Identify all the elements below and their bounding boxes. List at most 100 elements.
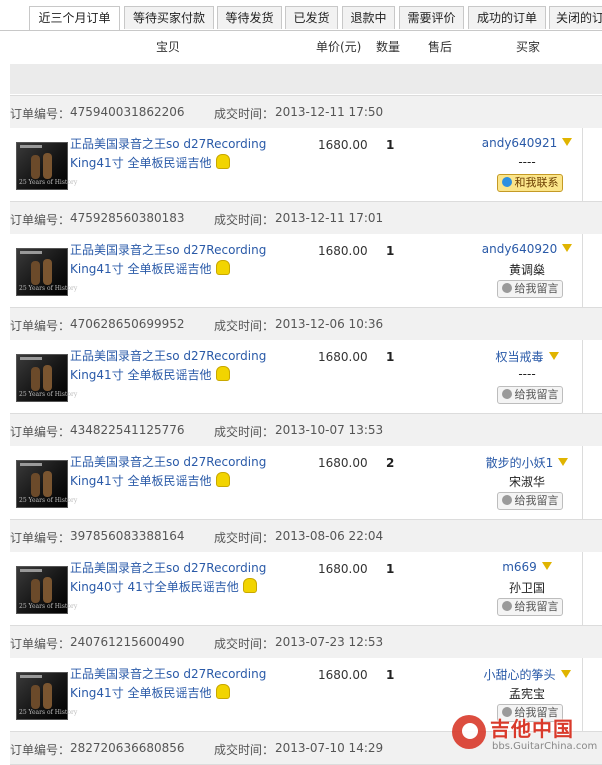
- flag-icon[interactable]: [562, 138, 573, 146]
- product-title-link[interactable]: 正品美国录音之王so d27Recording: [70, 667, 266, 681]
- deal-time-label: 成交时间：: [214, 531, 275, 545]
- product-title-link-line2[interactable]: King41寸 全单板民谣吉他: [70, 262, 212, 276]
- order-body: 25 Years of History 正品美国录音之王so d27Record…: [10, 128, 602, 201]
- order-number-label: 订单编号：: [10, 531, 71, 545]
- deal-time: 2013-12-11 17:01: [275, 211, 384, 225]
- product-title-link[interactable]: 正品美国录音之王so d27Recording: [70, 455, 266, 469]
- guitarchina-logo-icon: [452, 715, 486, 749]
- buyer: 权当戒毒: [472, 348, 582, 365]
- product-thumbnail[interactable]: 25 Years of History: [16, 248, 77, 296]
- buyer-name-link[interactable]: m669: [502, 560, 537, 574]
- quantity: 1: [386, 668, 395, 682]
- order-row: 订单编号： 470628650699952 成交时间： 2013-12-06 1…: [10, 307, 602, 413]
- product-thumbnail[interactable]: 25 Years of History: [16, 566, 77, 614]
- product-title: 正品美国录音之王so d27Recording King41寸 全单板民谣吉他: [70, 241, 270, 279]
- deal-time-label: 成交时间：: [214, 107, 275, 121]
- flag-icon[interactable]: [541, 562, 552, 570]
- column-buyer: 买家: [516, 40, 541, 54]
- product-title-link[interactable]: 正品美国录音之王so d27Recording: [70, 243, 266, 257]
- column-quantity: 数量: [376, 40, 401, 54]
- tab-successful-orders[interactable]: 成功的订单: [468, 6, 546, 29]
- order-number: 240761215600490: [70, 635, 185, 649]
- product-title: 正品美国录音之王so d27Recording King41寸 全单板民谣吉他: [70, 135, 270, 173]
- unit-price: 1680.00: [318, 562, 368, 576]
- leave-message-button[interactable]: 给我留言: [497, 386, 563, 404]
- order-number: 475928560380183: [70, 211, 185, 225]
- column-divider: [582, 552, 583, 625]
- flag-icon[interactable]: [558, 458, 569, 466]
- order-body: 25 Years of History 正品美国录音之王so d27Record…: [10, 552, 602, 625]
- order-header: 订单编号： 240761215600490 成交时间： 2013-07-23 1…: [10, 625, 602, 659]
- product-title: 正品美国录音之王so d27Recording King41寸 全单板民谣吉他: [70, 453, 270, 491]
- flag-icon[interactable]: [560, 670, 571, 678]
- quantity: 2: [386, 456, 395, 470]
- order-body: 25 Years of History 正品美国录音之王so d27Record…: [10, 446, 602, 519]
- buyer: m669: [472, 560, 582, 574]
- leave-message-button[interactable]: 给我留言: [497, 598, 563, 616]
- product-thumbnail[interactable]: 25 Years of History: [16, 354, 77, 402]
- tab-closed-orders[interactable]: 关闭的订: [549, 6, 602, 29]
- buyer-name-link[interactable]: andy640921: [482, 136, 558, 150]
- product-title-link-line2[interactable]: King41寸 全单板民谣吉他: [70, 156, 212, 170]
- tab-refunding[interactable]: 退款中: [342, 6, 395, 29]
- buyer-real-name: ----: [518, 367, 536, 381]
- product-thumbnail[interactable]: 25 Years of History: [16, 142, 77, 190]
- deal-time: 2013-12-06 10:36: [275, 317, 384, 331]
- quantity: 1: [386, 244, 395, 258]
- product-title-link-line2[interactable]: King41寸 全单板民谣吉他: [70, 474, 212, 488]
- leave-message-button[interactable]: 给我留言: [497, 280, 563, 298]
- buyer-name-link[interactable]: andy640920: [482, 242, 558, 256]
- contact-me-button[interactable]: 和我联系: [497, 174, 563, 192]
- product-title-link[interactable]: 正品美国录音之王so d27Recording: [70, 561, 266, 575]
- deal-time: 2013-12-11 17:50: [275, 105, 384, 119]
- buyer: andy640920: [472, 242, 582, 256]
- unit-price: 1680.00: [318, 456, 368, 470]
- order-number: 470628650699952: [70, 317, 185, 331]
- product-title-link-line2[interactable]: King41寸 全单板民谣吉他: [70, 368, 212, 382]
- column-divider: [582, 128, 583, 201]
- buyer-name-link[interactable]: 权当戒毒: [495, 350, 543, 364]
- deal-time-label: 成交时间：: [214, 319, 275, 333]
- order-number-label: 订单编号：: [10, 425, 71, 439]
- order-row: 订单编号： 475928560380183 成交时间： 2013-12-11 1…: [10, 201, 602, 307]
- buyer: 小甜心的筝头: [472, 666, 582, 683]
- unit-price: 1680.00: [318, 244, 368, 258]
- order-header: 订单编号： 470628650699952 成交时间： 2013-12-06 1…: [10, 307, 602, 341]
- order-number-label: 订单编号：: [10, 637, 71, 651]
- product-title-link-line2[interactable]: King40寸 41寸全单板民谣吉他: [70, 580, 239, 594]
- product-title-link[interactable]: 正品美国录音之王so d27Recording: [70, 349, 266, 363]
- product-thumbnail[interactable]: 25 Years of History: [16, 672, 77, 720]
- lightbulb-icon: [215, 472, 230, 487]
- order-number: 282720636680856: [70, 741, 185, 755]
- order-number-label: 订单编号：: [10, 743, 71, 757]
- order-number: 475940031862206: [70, 105, 185, 119]
- message-icon: [501, 495, 512, 505]
- tab-shipped[interactable]: 已发货: [285, 6, 338, 29]
- order-row: 订单编号： 475940031862206 成交时间： 2013-12-11 1…: [10, 95, 602, 201]
- tab-awaiting-payment[interactable]: 等待买家付款: [124, 6, 214, 29]
- order-number-label: 订单编号：: [10, 213, 71, 227]
- tab-awaiting-shipment[interactable]: 等待发货: [217, 6, 282, 29]
- buyer-name-link[interactable]: 小甜心的筝头: [483, 668, 555, 682]
- order-row: 订单编号： 434822541125776 成交时间： 2013-10-07 1…: [10, 413, 602, 519]
- unit-price: 1680.00: [318, 668, 368, 682]
- product-title: 正品美国录音之王so d27Recording King41寸 全单板民谣吉他: [70, 665, 270, 703]
- table-header: 宝贝 单价(元) 数量 售后 买家: [10, 31, 602, 59]
- product-title-link-line2[interactable]: King41寸 全单板民谣吉他: [70, 686, 212, 700]
- buyer: 散步的小妖1: [472, 454, 582, 471]
- flag-icon[interactable]: [548, 352, 559, 360]
- order-number-label: 订单编号：: [10, 319, 71, 333]
- product-thumbnail[interactable]: 25 Years of History: [16, 460, 77, 508]
- flag-icon[interactable]: [562, 244, 573, 252]
- product-title-link[interactable]: 正品美国录音之王so d27Recording: [70, 137, 266, 151]
- column-price: 单价(元): [316, 40, 362, 54]
- buyer-real-name: 孟宪宝: [508, 687, 545, 701]
- tab-recent-three-months[interactable]: 近三个月订单: [29, 6, 120, 30]
- tab-needs-review[interactable]: 需要评价: [399, 6, 464, 29]
- lightbulb-icon: [242, 578, 257, 593]
- buyer-name-link[interactable]: 散步的小妖1: [486, 456, 554, 470]
- toolbar-bar: [10, 64, 602, 94]
- order-body: 25 Years of History 正品美国录音之王so d27Record…: [10, 340, 602, 413]
- leave-message-button[interactable]: 给我留言: [497, 492, 563, 510]
- order-status-tabs: 近三个月订单 等待买家付款 等待发货 已发货 退款中 需要评价 成功的订单 关闭…: [0, 0, 602, 30]
